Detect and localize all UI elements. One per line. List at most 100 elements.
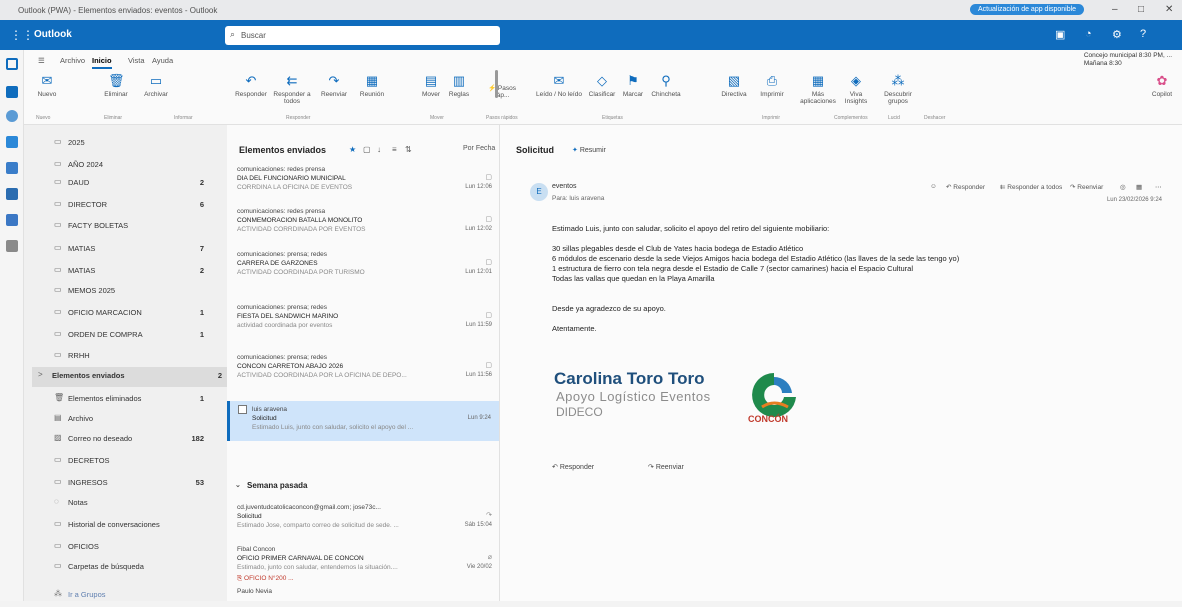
message-row[interactable]: comunicaciones: prensa; redes CARRERA DE… [237,250,492,277]
folder-item[interactable]: ▭ ORDEN DE COMPRA 1 [54,329,224,347]
message-row[interactable]: comunicaciones: prensa; redes FIESTA DEL… [237,303,492,330]
calendar-reminder[interactable]: Concejo municipal 8:30 PM, ... Mañana 8:… [1084,52,1172,68]
folder-item[interactable]: ▭ AÑO 2024 [54,159,224,177]
folder-item[interactable]: ▭ DECRETOS [54,455,224,473]
folder-item[interactable]: ◌ Notas [54,497,224,515]
categorize-button[interactable]: ◇ Clasificar [584,74,620,99]
message-row[interactable]: comunicaciones: prensa; redes CONCON CAR… [237,353,492,380]
sender-name[interactable]: eventos [552,183,577,190]
message-row[interactable]: Fibal Concon OFICIO PRIMER CARNAVAL DE C… [237,545,492,583]
filter-icon[interactable]: ≡ [392,145,397,154]
flag-button[interactable]: ⚑ Marcar [618,74,648,99]
folder-item[interactable]: ▭ FACTY BOLETAS [54,220,224,238]
folder-item[interactable]: ▭ INGRESOS 53 [54,477,224,495]
message-list-scrollbar[interactable] [495,70,498,98]
update-badge[interactable]: Actualización de app disponible [970,4,1085,15]
folder-item[interactable]: ▭ RRHH [54,350,224,368]
calendar-icon: ▢ [485,216,492,223]
tab-ayuda[interactable]: Ayuda [152,56,173,65]
folder-item[interactable]: ▨ Correo no deseado 182 [54,433,224,451]
tab-vista[interactable]: Vista [128,56,145,65]
maximize-button[interactable]: □ [1138,4,1144,15]
copilot-button[interactable]: ✿ Copilot [1144,74,1180,99]
forward-button[interactable]: ↷ Reenviar [314,73,354,99]
delete-button[interactable]: 🗑 Eliminar [94,74,138,99]
emoji-icon[interactable]: ☺ [930,183,937,190]
quick-steps-button[interactable]: ⚡ Pasos ráp... [480,84,524,99]
forward-action[interactable]: ↷ Reenviar [1070,183,1103,191]
reply-action[interactable]: ↶ Responder [946,183,985,191]
groups-rail-icon[interactable] [6,136,18,148]
copilot-small-icon[interactable]: ◎ [1120,183,1126,191]
go-to-groups-link[interactable]: ⁂ Ir a Grupos [54,589,224,607]
footer-reply-button[interactable]: ↶ Responder [552,464,620,471]
menu-icon[interactable]: ☰ [38,56,45,65]
viva-insights-button[interactable]: ◈ Viva Insights [838,74,874,106]
favorite-star-icon[interactable]: ★ [349,145,356,154]
summarize-button[interactable]: ✦ Resumir [572,146,606,154]
message-row[interactable]: comunicaciones: redes prensa CONMEMORACI… [237,207,492,234]
folder-item[interactable]: 🗑 Elementos eliminados 1 [54,393,224,411]
reply-all-button[interactable]: ⇇ Responder a todos [269,74,315,106]
files-rail-icon[interactable] [6,188,18,200]
message-row[interactable]: Paulo Nevia [237,587,492,596]
minimize-button[interactable]: – [1112,4,1118,15]
meeting-button[interactable]: ▦ Reunión [354,74,390,99]
rules-button[interactable]: ▥ Reglas [444,74,474,99]
archive-button[interactable]: ▭ Archivar [136,74,176,99]
apps-small-icon[interactable]: ▦ [1136,183,1142,191]
folder-item[interactable]: ▭ DAUD 2 [54,177,224,195]
people-rail-icon[interactable] [6,110,18,122]
forward-icon: ↷ [328,73,340,88]
policy-button[interactable]: ▧ Directiva [718,74,750,99]
folder-item[interactable]: ▭ Carpetas de búsqueda [54,561,224,579]
tab-archivo[interactable]: Archivo [60,56,85,65]
more-apps-button[interactable]: ▦ Más aplicaciones [796,74,840,106]
sort-label[interactable]: Por Fecha [463,145,495,152]
footer-forward-button[interactable]: ↷ Reenviar [648,464,710,471]
reply-all-action[interactable]: ⇇ Responder a todos [1000,183,1062,191]
week-group-header[interactable]: ⌄ Semana pasada [235,481,307,490]
reply-button[interactable]: ↶ Responder [229,74,273,99]
recipient-line[interactable]: Para: luis aravena [552,195,604,202]
help-icon[interactable]: ? [1140,28,1146,40]
close-button[interactable]: ✕ [1165,4,1173,15]
message-row[interactable]: comunicaciones: redes prensa DIA DEL FUN… [237,165,492,192]
folder-item[interactable]: ▭ OFICIOS [54,541,224,559]
arrow-down-icon[interactable]: ↓ [377,145,381,154]
read-unread-button[interactable]: ✉ Leído / No leído [534,74,584,99]
print-button[interactable]: ⎙ Imprimir [756,74,788,99]
message-row[interactable]: cd.juventudcatolicaconcon@gmail.com; jos… [237,503,492,530]
more-options-icon[interactable]: ⋯ [1155,183,1162,191]
calendar-rail-icon[interactable] [6,86,18,98]
folder-item[interactable]: ▭ DIRECTOR 6 [54,199,224,217]
apps-rail-icon[interactable] [6,240,18,252]
message-row-selected[interactable]: luis aravena Solicitud Estimado Luis, ju… [227,401,499,441]
app-launcher-icon[interactable]: ⋮⋮ [10,28,34,42]
folder-item[interactable]: ▭ MATIAS 7 [54,243,224,261]
bell-icon[interactable]: ◔ [1085,28,1092,40]
folder-item[interactable]: ▤ Archivo [54,413,224,431]
select-checkbox[interactable] [238,405,247,414]
discover-groups-button[interactable]: ⁂ Descubrir grupos [876,74,920,106]
notepad-icon[interactable]: ▣ [1055,28,1065,41]
folder-icon: ▭ [54,329,62,338]
search-input[interactable]: ⌕ Buscar [225,26,500,45]
mail-rail-icon[interactable] [6,58,18,70]
new-mail-button[interactable]: ✉ Nuevo [32,74,62,99]
folder-item[interactable]: ▭ MATIAS 2 [54,265,224,283]
select-icon[interactable]: ▢ [363,145,371,154]
gear-icon[interactable]: ⚙ [1112,28,1122,41]
folder-item[interactable]: ▭ MEMOS 2025 [54,285,224,303]
todo-rail-icon[interactable] [6,162,18,174]
folder-item[interactable]: ▭ 2025 [54,137,224,155]
folder-item[interactable]: ▭ Historial de conversaciones [54,519,224,537]
folder-item[interactable]: ▭ OFICIO MARCACION 1 [54,307,224,325]
move-button[interactable]: ▤ Mover [416,74,446,99]
sort-icon[interactable]: ⇅ [405,145,412,154]
attachment-chip[interactable]: ⎘ OFICIO N°200 ... [237,574,492,583]
org-rail-icon[interactable] [6,214,18,226]
tab-inicio[interactable]: Inicio [92,56,112,69]
pin-button[interactable]: ⚲ Chincheta [648,74,684,99]
folder-item-sent[interactable]: > Elementos enviados 2 [32,367,242,387]
